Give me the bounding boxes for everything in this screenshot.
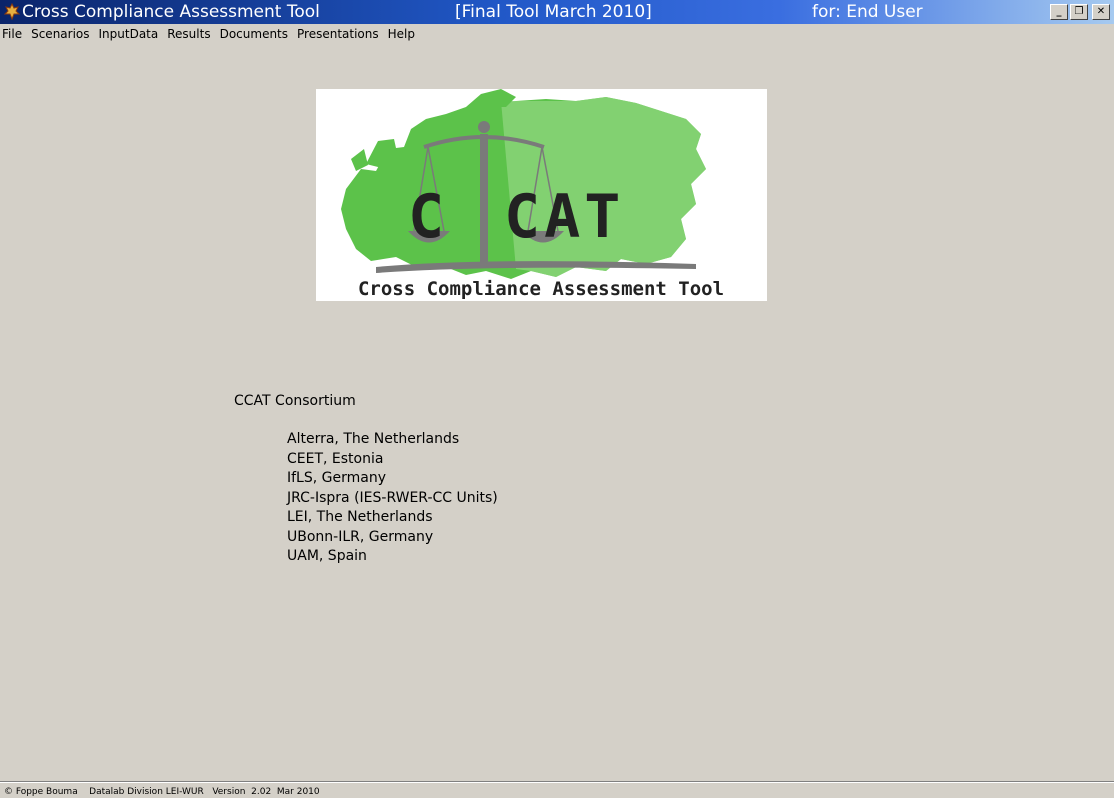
restore-button[interactable]: ❐ xyxy=(1070,4,1088,20)
status-bar: © Foppe Bouma Datalab Division LEI-WUR V… xyxy=(4,787,320,797)
ccat-logo: C CAT Cross Compliance Assessment Tool xyxy=(316,89,767,301)
window-edition: [Final Tool March 2010] xyxy=(455,2,652,22)
title-bar[interactable]: Cross Compliance Assessment Tool [Final … xyxy=(0,0,1114,24)
list-item: UAM, Spain xyxy=(287,548,367,564)
menu-inputdata[interactable]: InputData xyxy=(94,24,163,44)
menu-file[interactable]: File xyxy=(0,24,26,44)
window-controls: _ ❐ ✕ xyxy=(1050,4,1110,20)
menu-bar: File Scenarios InputData Results Documents Pr… xyxy=(0,24,1114,46)
list-item: UBonn-ILR, Germany xyxy=(287,528,434,545)
menu-documents[interactable]: Documents xyxy=(215,24,292,44)
status-divider xyxy=(0,781,1114,783)
close-button[interactable]: ✕ xyxy=(1092,4,1110,20)
list-item: Alterra, The Netherlands xyxy=(287,431,460,447)
list-item: IfLS, Germany xyxy=(287,470,386,486)
logo-acronym-rest: CAT xyxy=(504,182,624,252)
list-item: LEI, The Netherlands xyxy=(287,509,433,525)
list-item: CEET, Estonia xyxy=(287,450,384,467)
partner-list: Alterra, The Netherlands CEET, Estonia I… xyxy=(287,430,498,567)
menu-help[interactable]: Help xyxy=(383,24,419,44)
logo-acronym-c1: C xyxy=(408,182,444,252)
window-user-label: for: End User xyxy=(812,2,923,22)
consortium-heading: CCAT Consortium xyxy=(234,393,356,409)
menu-presentations[interactable]: Presentations xyxy=(292,24,383,44)
menu-results[interactable]: Results xyxy=(162,24,214,44)
window-title: Cross Compliance Assessment Tool xyxy=(22,2,320,22)
list-item: JRC-Ispra (IES-RWER-CC Units) xyxy=(287,489,498,506)
menu-scenarios[interactable]: Scenarios xyxy=(26,24,93,44)
minimize-button[interactable]: _ xyxy=(1050,4,1068,20)
logo-caption: Cross Compliance Assessment Tool xyxy=(358,278,724,300)
app-icon[interactable] xyxy=(3,2,21,21)
